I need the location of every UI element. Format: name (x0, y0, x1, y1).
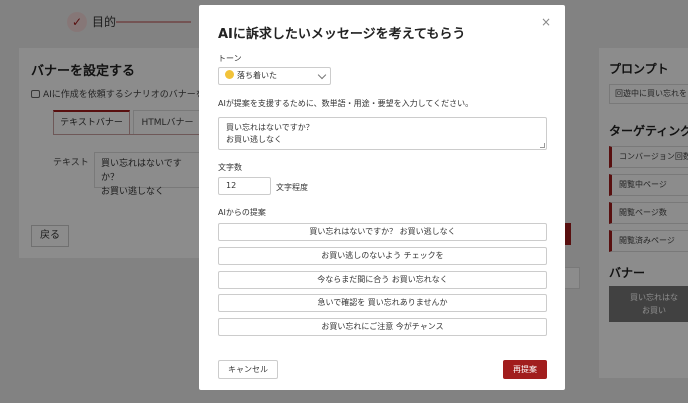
tone-label: トーン (218, 54, 242, 63)
suggestions-label: AIからの提案 (218, 208, 266, 217)
suggestion-button[interactable]: 買い忘れはないですか？ お買い逃しなく (218, 223, 547, 241)
request-line: 買い忘れはないですか？ (226, 123, 314, 132)
ai-message-modal: AIに訴求したいメッセージを考えてもらう × トーン 落ち着いた AIが提案を支… (199, 5, 565, 390)
suggestion-button[interactable]: 急いで確認を 買い忘れありませんか (218, 294, 547, 312)
modal-title: AIに訴求したいメッセージを考えてもらう (218, 27, 466, 42)
cancel-button[interactable]: キャンセル (218, 360, 278, 379)
tone-select[interactable]: 落ち着いた (218, 67, 331, 85)
request-line: お買い逃しなく (226, 135, 282, 144)
char-count-input[interactable]: 12 (218, 177, 271, 195)
suggestion-button[interactable]: お買い逃しのないよう チェックを (218, 247, 547, 265)
chevron-down-icon (317, 70, 327, 80)
request-label: AIが提案を支援するために、数単語・用途・要望を入力してください。 (218, 99, 474, 108)
suggestion-button[interactable]: お買い忘れにご注意 今がチャンス (218, 318, 547, 336)
tone-value: 落ち着いた (237, 71, 277, 80)
suggestion-button[interactable]: 今ならまだ間に合う お買い忘れなく (218, 271, 547, 289)
close-icon[interactable]: × (541, 15, 551, 29)
request-textarea[interactable]: 買い忘れはないですか？ お買い逃しなく (218, 117, 547, 150)
smile-emoji-icon (225, 70, 234, 79)
resize-handle[interactable] (540, 143, 545, 148)
char-count-unit: 文字程度 (276, 183, 308, 192)
count-label: 文字数 (218, 163, 242, 172)
regenerate-button[interactable]: 再提案 (503, 360, 547, 379)
